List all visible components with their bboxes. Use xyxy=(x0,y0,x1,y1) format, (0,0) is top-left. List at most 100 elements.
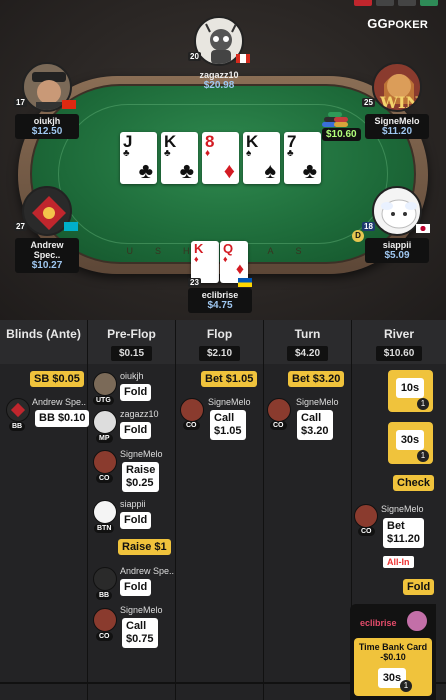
position-badge: CO xyxy=(358,527,375,536)
window-controls xyxy=(354,0,438,6)
player-name: SigneMelo xyxy=(208,397,251,407)
close-window-button[interactable] xyxy=(354,0,372,6)
position-badge: MP xyxy=(96,434,113,443)
time-bank-card[interactable]: Time Bank Card -$0.10 30s 1 xyxy=(354,638,432,696)
nameplate: siappii $5.09 xyxy=(365,238,429,263)
position-badge: CO xyxy=(96,474,113,483)
position-badge: CO xyxy=(96,632,113,641)
board-card: K ♣ ♣ xyxy=(161,132,198,184)
seat-andrew[interactable]: 27 Andrew Spec.. $10.27 xyxy=(12,186,82,273)
bet-pill: Bet $3.20 xyxy=(288,371,345,387)
avatar xyxy=(180,398,204,422)
avatar xyxy=(267,398,291,422)
avatar xyxy=(6,398,30,422)
fold-action: Fold xyxy=(120,579,152,596)
avatar xyxy=(354,504,378,528)
avatar xyxy=(406,610,428,632)
column-header-river: River $10.60 xyxy=(352,320,446,364)
position-badge: BB xyxy=(96,591,113,600)
canada-flag-icon xyxy=(236,54,250,63)
seat-zagazz10[interactable]: 20 zagazz10 $20.98 xyxy=(184,16,254,93)
time-bank-10s: 10s 1 xyxy=(388,370,433,412)
hole-card: K ♦ xyxy=(191,241,219,283)
kazakhstan-flag-icon xyxy=(64,222,78,231)
player-name: zagazz10 xyxy=(120,409,159,419)
column-header-turn: Turn $4.20 xyxy=(264,320,352,364)
avatar xyxy=(93,372,117,396)
call-action: Call $0.75 xyxy=(122,618,158,648)
avatar xyxy=(93,608,117,632)
level-badge: 20 xyxy=(188,52,201,61)
menu-button[interactable] xyxy=(376,0,394,6)
nameplate: zagazz10 $20.98 xyxy=(199,70,239,91)
pot-amount: $10.60 xyxy=(322,128,361,141)
time-bank-30s: 30s 1 xyxy=(388,422,433,464)
fold-action: Fold xyxy=(120,422,152,439)
position-badge: BTN xyxy=(94,524,115,533)
community-cards: J ♣ ♣ K ♣ ♣ 8 ♦ ♦ K ♠ ♠ 7 ♣ ♣ xyxy=(120,132,321,184)
level-badge: 27 xyxy=(14,222,27,231)
avatar xyxy=(372,186,422,236)
column-header-flop: Flop $2.10 xyxy=(176,320,264,364)
fold-action: Fold xyxy=(120,512,152,529)
check-pill: Check xyxy=(393,475,435,491)
avatar xyxy=(93,450,117,474)
call-action: Call $3.20 xyxy=(297,410,333,440)
hero-hole-cards: K ♦ Q ♦ ♦ xyxy=(191,241,248,283)
board-card: 8 ♦ ♦ xyxy=(202,132,239,184)
position-badge: BB xyxy=(9,422,26,431)
call-action: Call $1.05 xyxy=(210,410,246,440)
poker-table-area: GGPOKER USHAKAS J♣♣ K♣♣ 8♦♦ K♠♠ 7♣♣ $10.… xyxy=(0,0,446,320)
dealer-button-icon: D xyxy=(352,230,364,242)
seat-siappii[interactable]: 18 siappii $5.09 xyxy=(362,186,432,263)
column-header-blinds: Blinds (Ante) xyxy=(0,320,88,364)
level-badge: 23 xyxy=(188,278,201,287)
player-name: eclibrise xyxy=(360,618,397,628)
nameplate: SigneMelo $11.20 xyxy=(365,114,429,139)
chip-stack-icon xyxy=(320,110,350,128)
poker-client: { "brand": {"logo_gg": "GG", "logo_poker… xyxy=(0,0,446,700)
ggpoker-logo: GGPOKER xyxy=(367,16,428,31)
position-badge: UTG xyxy=(93,396,114,405)
seat-signemelo[interactable]: WIN 25 SigneMelo $11.20 xyxy=(362,62,432,139)
china-flag-icon xyxy=(62,100,76,109)
nameplate: Andrew Spec.. $10.27 xyxy=(15,238,79,273)
raise-action: Raise $0.25 xyxy=(122,462,160,492)
all-in-badge: All-In xyxy=(383,556,414,568)
player-name: SigneMelo xyxy=(120,449,163,459)
ukraine-flag-icon xyxy=(238,278,252,287)
column-header-preflop: Pre-Flop $0.15 xyxy=(88,320,176,364)
position-badge: CO xyxy=(183,421,200,430)
bet-action: Bet $11.20 xyxy=(383,518,425,548)
position-badge: CO xyxy=(270,421,287,430)
avatar xyxy=(93,567,117,591)
raise-pill: Raise $1 xyxy=(118,539,171,555)
player-name: SigneMelo xyxy=(296,397,339,407)
chat-button[interactable] xyxy=(420,0,438,6)
board-card: J ♣ ♣ xyxy=(120,132,157,184)
board-card: K ♠ ♠ xyxy=(243,132,280,184)
level-badge: 25 xyxy=(362,98,375,107)
player-name: Andrew Spe.. xyxy=(32,397,87,407)
level-badge: 18 xyxy=(362,222,375,231)
player-name: oiukjh xyxy=(120,371,144,381)
small-blind-pill: SB $0.05 xyxy=(30,371,84,387)
avatar: WIN xyxy=(372,62,422,112)
player-name: Andrew Spe.. xyxy=(120,566,175,576)
board-card: 7 ♣ ♣ xyxy=(284,132,321,184)
player-name: siappii xyxy=(120,499,146,509)
big-blind-action: BB $0.10 xyxy=(35,410,90,427)
hero-nameplate[interactable]: eclibrise $4.75 xyxy=(188,288,252,313)
pot: $10.60 xyxy=(320,110,361,141)
fold-pill: Fold xyxy=(403,579,435,595)
player-name: SigneMelo xyxy=(120,605,163,615)
svg-text:WIN: WIN xyxy=(379,93,420,112)
timebank-popup: eclibrise Time Bank Card -$0.10 30s 1 xyxy=(350,604,436,700)
fold-action: Fold xyxy=(120,384,152,401)
seat-oiukjh[interactable]: 17 oiukjh $12.50 xyxy=(12,62,82,139)
settings-button[interactable] xyxy=(398,0,416,6)
nameplate: oiukjh $12.50 xyxy=(15,114,79,139)
level-badge: 17 xyxy=(14,98,27,107)
japan-flag-icon xyxy=(416,224,430,233)
avatar xyxy=(93,410,117,434)
